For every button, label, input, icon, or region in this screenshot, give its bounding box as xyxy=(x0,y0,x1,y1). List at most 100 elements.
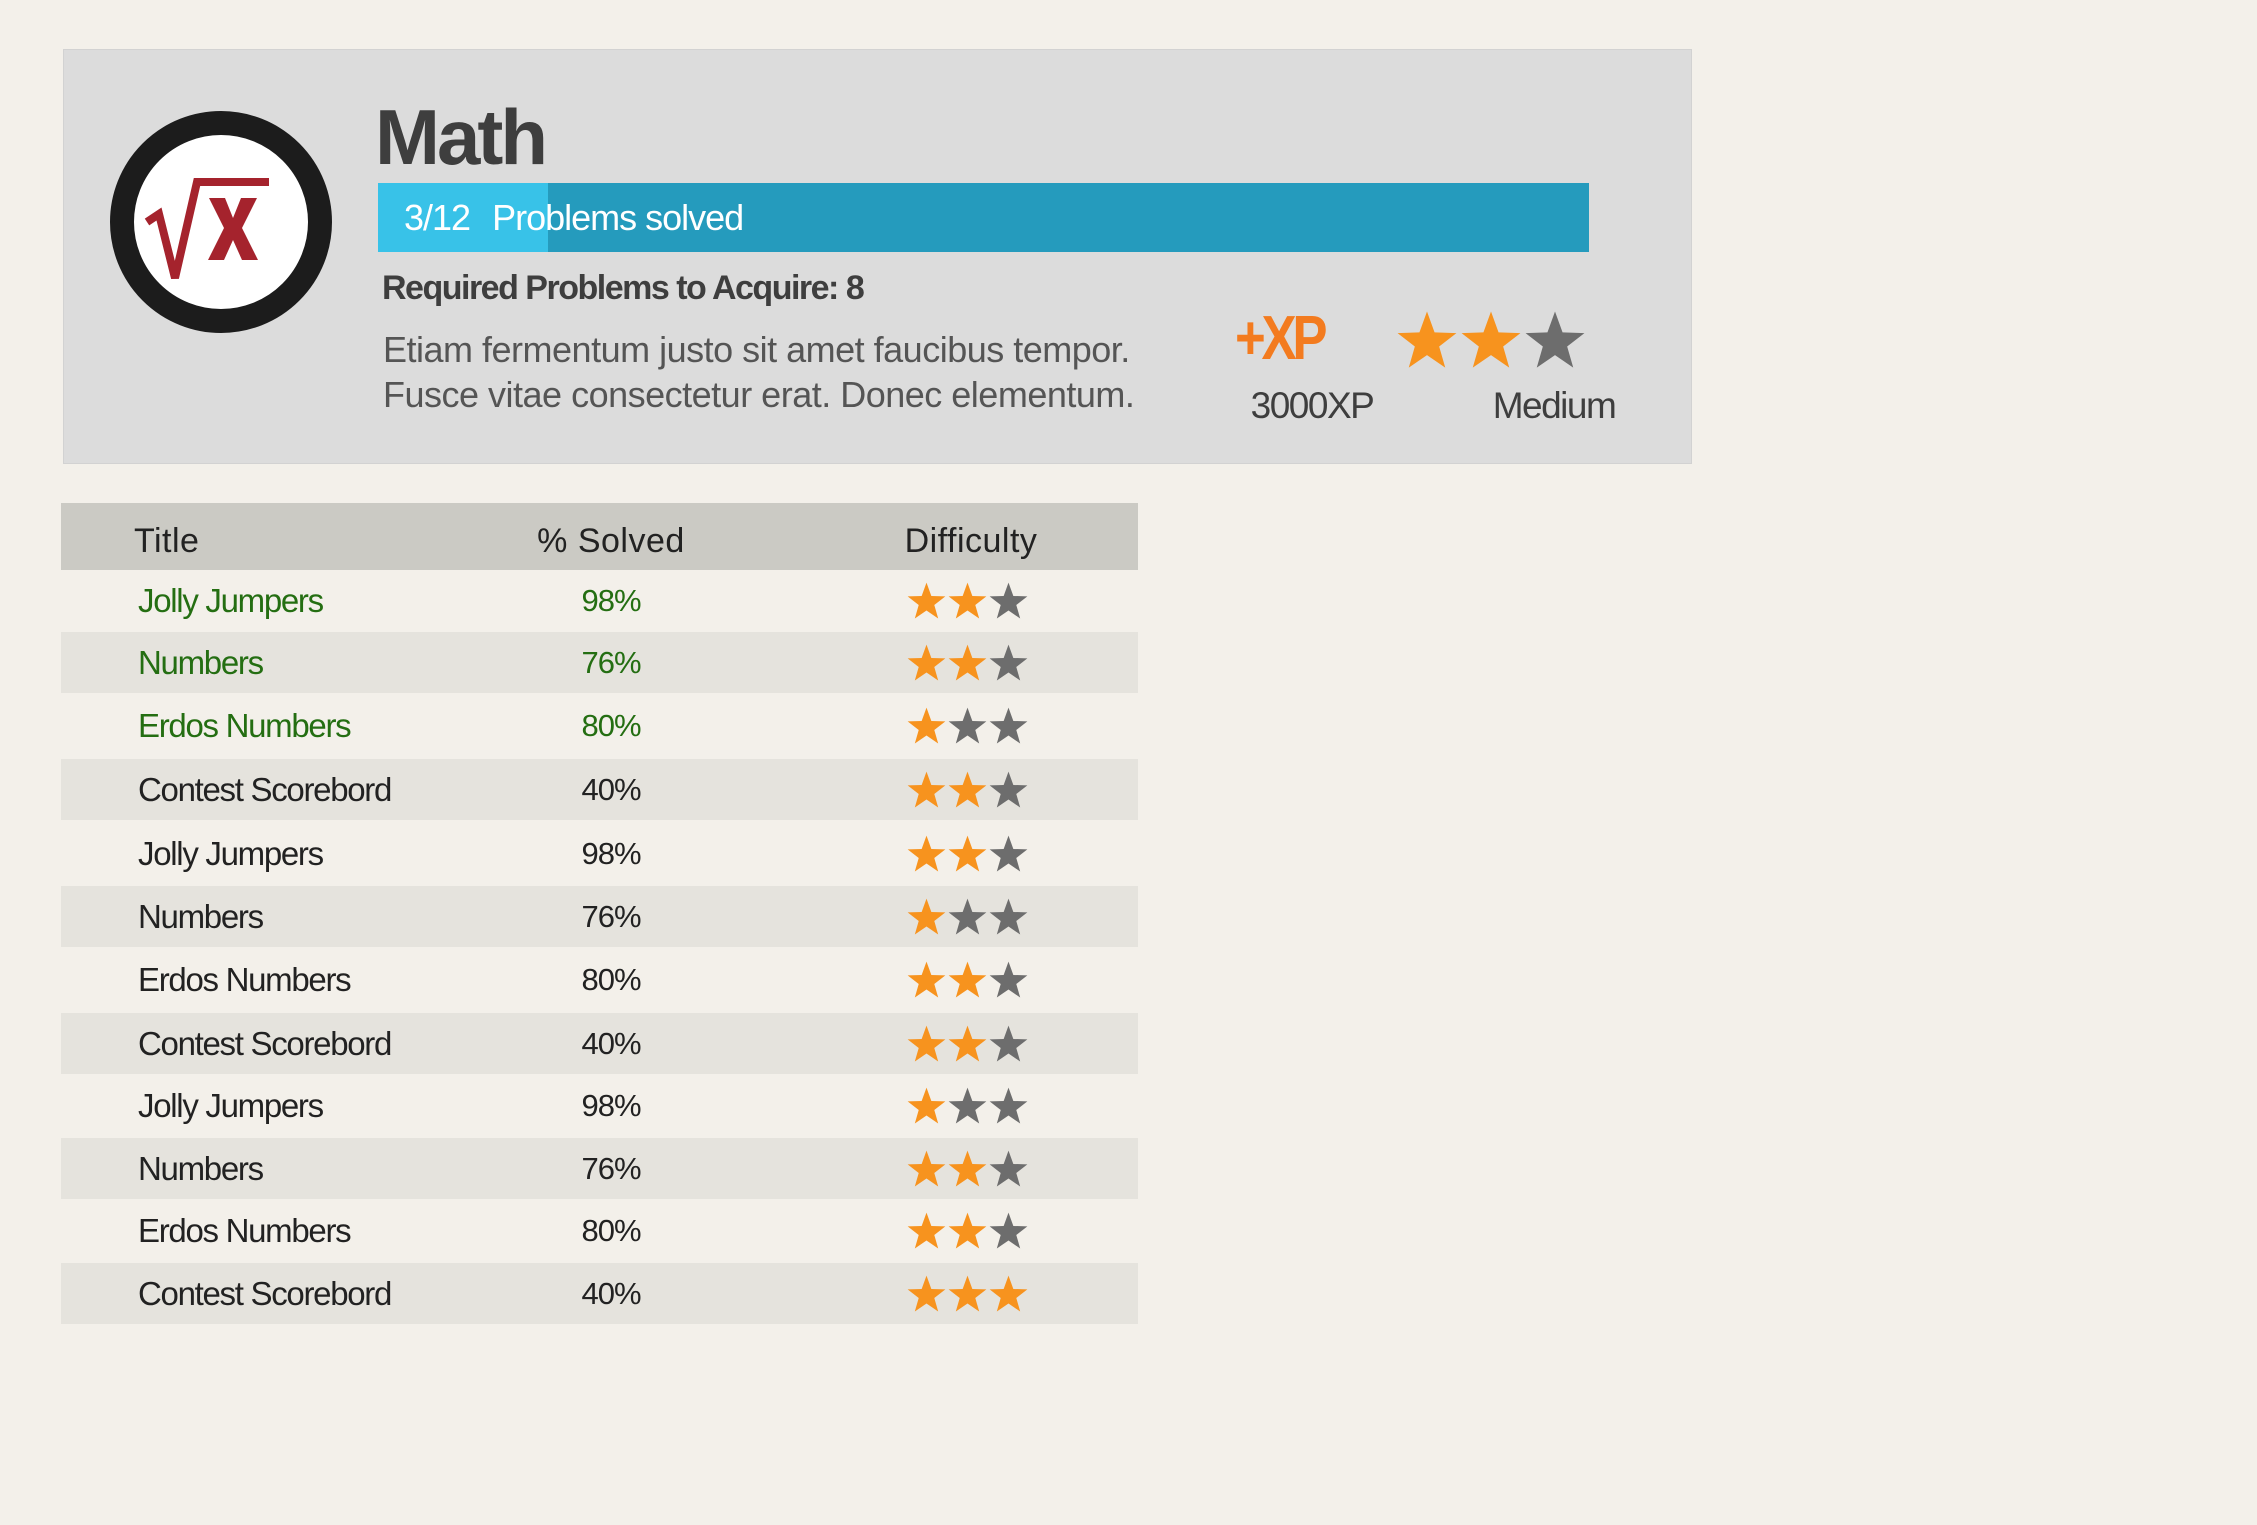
table-row[interactable]: Numbers 76% xyxy=(61,886,1138,947)
difficulty-stars xyxy=(906,770,1029,811)
problem-title[interactable]: Numbers xyxy=(138,632,264,693)
problem-title[interactable]: Contest Scorebord xyxy=(138,1013,392,1074)
table-row[interactable]: Erdos Numbers 80% xyxy=(61,949,1138,1010)
problem-title[interactable]: Jolly Jumpers xyxy=(138,570,324,631)
difficulty-stars xyxy=(906,1211,1029,1252)
star-filled-icon xyxy=(906,581,947,622)
percent-solved: 80% xyxy=(581,1213,641,1248)
progress-count: 3/12 xyxy=(404,197,471,238)
star-empty-icon xyxy=(1523,309,1587,373)
percent-solved: 80% xyxy=(581,962,641,997)
star-empty-icon xyxy=(988,897,1029,938)
difficulty-stars xyxy=(906,897,1029,938)
problem-title[interactable]: Contest Scorebord xyxy=(138,1263,392,1324)
star-empty-icon xyxy=(947,706,988,747)
star-empty-icon xyxy=(988,1086,1029,1127)
difficulty-stars xyxy=(906,1086,1029,1127)
star-empty-icon xyxy=(947,1086,988,1127)
star-filled-icon xyxy=(906,1024,947,1065)
table-row[interactable]: Contest Scorebord 40% xyxy=(61,1263,1138,1324)
star-filled-icon xyxy=(947,581,988,622)
star-filled-icon xyxy=(947,1211,988,1252)
required-problems: Required Problems to Acquire: 8 xyxy=(382,269,865,307)
star-empty-icon xyxy=(988,1149,1029,1190)
difficulty-stars xyxy=(906,1024,1029,1065)
star-filled-icon xyxy=(906,770,947,811)
description-line: Etiam fermentum justo sit amet faucibus … xyxy=(383,329,1130,370)
problems-table: Title % Solved Difficulty Jolly Jumpers 9… xyxy=(61,503,1138,1324)
problem-title[interactable]: Erdos Numbers xyxy=(138,695,352,756)
percent-solved: 76% xyxy=(581,899,641,934)
problem-title[interactable]: Erdos Numbers xyxy=(138,949,352,1010)
percent-solved: 76% xyxy=(581,645,641,680)
star-empty-icon xyxy=(988,960,1029,1001)
xp-icon: +XP xyxy=(1235,304,1328,373)
star-empty-icon xyxy=(988,834,1029,875)
percent-solved: 40% xyxy=(581,772,641,807)
table-row[interactable]: Erdos Numbers 80% xyxy=(61,1200,1138,1261)
difficulty-stars xyxy=(906,581,1029,622)
table-row[interactable]: Jolly Jumpers 98% xyxy=(61,823,1138,884)
problem-title[interactable]: Jolly Jumpers xyxy=(138,1075,324,1136)
star-filled-icon xyxy=(947,1149,988,1190)
column-header-solved[interactable]: % Solved xyxy=(531,503,691,579)
xp-label: 3000XP xyxy=(1250,385,1375,426)
star-filled-icon xyxy=(1459,309,1523,373)
percent-solved: 80% xyxy=(581,708,641,743)
percent-solved: 40% xyxy=(581,1276,641,1311)
progress-bar: 3/12 Problems solved xyxy=(378,183,1589,252)
description-line: Fusce vitae consectetur erat. Donec elem… xyxy=(383,374,1135,415)
table-row[interactable]: Contest Scorebord 40% xyxy=(61,759,1138,820)
progress-label: Problems solved xyxy=(492,197,744,238)
star-empty-icon xyxy=(988,581,1029,622)
star-filled-icon xyxy=(947,1274,988,1315)
difficulty-stars xyxy=(906,960,1029,1001)
percent-solved: 76% xyxy=(581,1151,641,1186)
star-empty-icon xyxy=(988,1211,1029,1252)
star-empty-icon xyxy=(988,706,1029,747)
column-header-title[interactable]: Title xyxy=(134,503,199,579)
star-filled-icon xyxy=(906,643,947,684)
star-filled-icon xyxy=(906,706,947,747)
star-filled-icon xyxy=(906,834,947,875)
table-row[interactable]: Jolly Jumpers 98% xyxy=(61,1075,1138,1136)
star-filled-icon xyxy=(947,770,988,811)
star-filled-icon xyxy=(906,1274,947,1315)
difficulty-stars xyxy=(906,834,1029,875)
star-filled-icon xyxy=(988,1274,1029,1315)
difficulty-label: Medium xyxy=(1492,385,1617,426)
difficulty-rating xyxy=(1395,309,1587,373)
table-row[interactable]: Erdos Numbers 80% xyxy=(61,695,1138,756)
table-row[interactable]: Numbers 76% xyxy=(61,632,1138,693)
star-filled-icon xyxy=(947,834,988,875)
square-root-x-icon xyxy=(109,110,333,334)
star-filled-icon xyxy=(906,897,947,938)
difficulty-stars xyxy=(906,643,1029,684)
table-row[interactable]: Numbers 76% xyxy=(61,1138,1138,1199)
percent-solved: 98% xyxy=(581,583,641,618)
star-filled-icon xyxy=(947,643,988,684)
problem-title[interactable]: Numbers xyxy=(138,1138,264,1199)
problem-title[interactable]: Erdos Numbers xyxy=(138,1200,352,1261)
table-row[interactable]: Contest Scorebord 40% xyxy=(61,1013,1138,1074)
problem-title[interactable]: Contest Scorebord xyxy=(138,759,392,820)
topic-card: Math 3/12 Problems solved Required Proble… xyxy=(63,49,1692,464)
star-filled-icon xyxy=(906,1149,947,1190)
percent-solved: 40% xyxy=(581,1026,641,1061)
percent-solved: 98% xyxy=(581,1088,641,1123)
star-filled-icon xyxy=(947,1024,988,1065)
problem-title[interactable]: Numbers xyxy=(138,886,264,947)
star-filled-icon xyxy=(1395,309,1459,373)
star-empty-icon xyxy=(988,1024,1029,1065)
table-row[interactable]: Jolly Jumpers 98% xyxy=(61,570,1138,631)
column-header-difficulty[interactable]: Difficulty xyxy=(871,503,1071,579)
star-empty-icon xyxy=(988,770,1029,811)
table-header: Title % Solved Difficulty xyxy=(61,503,1138,570)
topic-description: Etiam fermentum justo sit amet faucibus … xyxy=(383,327,1135,417)
difficulty-stars xyxy=(906,1149,1029,1190)
star-filled-icon xyxy=(947,960,988,1001)
percent-solved: 98% xyxy=(581,836,641,871)
progress-text: 3/12 Problems solved xyxy=(404,183,744,252)
problem-title[interactable]: Jolly Jumpers xyxy=(138,823,324,884)
star-empty-icon xyxy=(988,643,1029,684)
